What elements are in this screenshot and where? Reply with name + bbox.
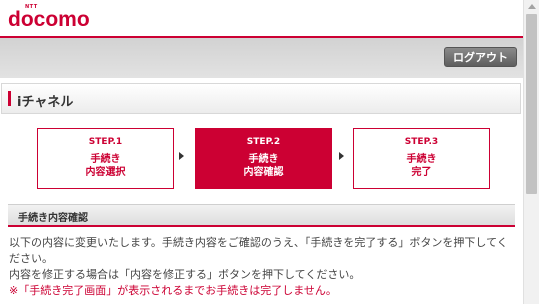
- title-accent-bar: [8, 91, 11, 106]
- step-arrow-icon: [339, 152, 344, 160]
- step-label: 手続き 内容確認: [196, 153, 331, 179]
- step-label: 手続き 完了: [354, 153, 489, 179]
- step-number: STEP.2: [246, 137, 281, 147]
- step-label-line2: 内容選択: [85, 167, 126, 178]
- step-3: STEP.3 手続き 完了: [353, 128, 490, 189]
- instruction-line-2: 内容を修正する場合は「内容を修正する」ボタンを押下してください。: [9, 268, 361, 281]
- step-label-line1: 手続き: [406, 154, 437, 165]
- instruction-line-1: 以下の内容に変更いたします。手続き内容をご確認のうえ、「手続きを完了する」ボタン…: [9, 236, 508, 265]
- section-header: 手続き内容確認: [8, 204, 515, 225]
- step-number: STEP.3: [404, 137, 439, 147]
- completion-note: ※「手続き完了画面」が表示されるまでお手続きは完了しません。: [9, 284, 337, 297]
- section-title: 手続き内容確認: [18, 213, 88, 224]
- logo-brand-text: docomo: [8, 8, 90, 31]
- instructions-text: 以下の内容に変更いたします。手続き内容をご確認のうえ、「手続きを完了する」ボタン…: [9, 235, 517, 299]
- step-label-line2: 完了: [411, 167, 432, 178]
- header: NTT docomo: [0, 0, 523, 36]
- step-label-line1: 手続き: [90, 154, 121, 165]
- scroll-up-arrow-icon[interactable]: [528, 4, 536, 9]
- step-1: STEP.1 手続き 内容選択: [37, 128, 174, 189]
- section-divider: [8, 225, 515, 227]
- page-title-bar: iチャネル: [1, 83, 521, 114]
- step-arrow-icon: [179, 152, 184, 160]
- step-number: STEP.1: [88, 137, 123, 147]
- page: NTT docomo ログアウト iチャネル STEP.1 手続き 内容選択 S…: [0, 0, 539, 304]
- scrollbar-thumb[interactable]: [526, 14, 537, 194]
- logout-bar: ログアウト: [0, 38, 523, 78]
- step-label: 手続き 内容選択: [38, 153, 173, 179]
- step-label-line2: 内容確認: [243, 167, 284, 178]
- logout-button[interactable]: ログアウト: [444, 47, 517, 67]
- docomo-logo[interactable]: NTT docomo: [8, 4, 118, 34]
- step-2: STEP.2 手続き 内容確認: [195, 128, 332, 189]
- step-label-line1: 手続き: [248, 154, 279, 165]
- vertical-scrollbar[interactable]: [523, 0, 539, 304]
- page-title: iチャネル: [17, 95, 74, 110]
